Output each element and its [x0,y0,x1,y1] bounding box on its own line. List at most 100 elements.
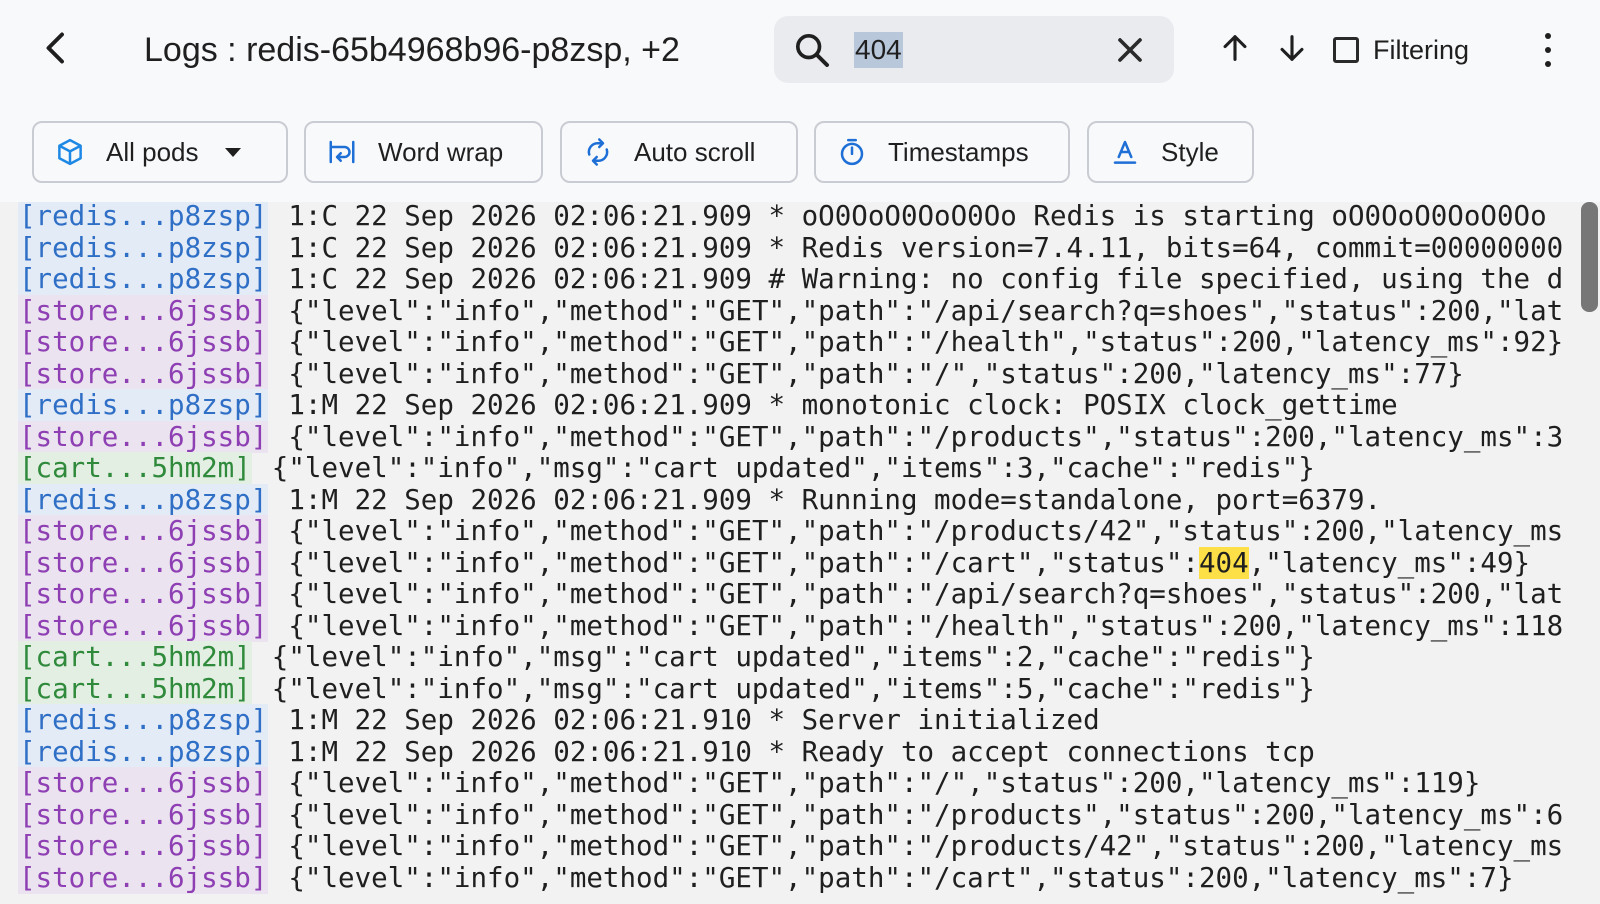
log-line: [cart...5hm2m] {"level":"info","msg":"car… [18,452,1315,484]
log-message: {"level":"info","method":"GET","path":"/… [288,798,1564,831]
log-line: [redis...p8zsp] 1:C 22 Sep 2026 02:06:21.… [18,263,1563,295]
log-message: 1:C 22 Sep 2026 02:06:21.909 * Redis ver… [288,231,1564,264]
log-message: 1:M 22 Sep 2026 02:06:21.909 * monotonic… [288,389,1398,421]
pod-tag[interactable]: [redis...p8zsp] [18,735,269,768]
style-button[interactable]: Style [1087,121,1254,183]
cube-icon [54,136,86,168]
log-line: [store...6jssb] {"level":"info","method":… [18,326,1563,358]
next-match-button[interactable] [1270,26,1314,70]
log-line: [redis...p8zsp] 1:M 22 Sep 2026 02:06:21.… [18,389,1398,421]
log-scrollbar[interactable] [1581,202,1598,312]
log-message: {"level":"info","method":"GET","path":"/… [288,515,1564,547]
log-line: [redis...p8zsp] 1:M 22 Sep 2026 02:06:21.… [18,735,1315,768]
log-line: [store...6jssb] {"level":"info","method":… [18,294,1564,327]
wrap-text-icon [326,136,358,168]
log-message: 1:M 22 Sep 2026 02:06:21.910 * Server in… [288,704,1100,736]
all-pods-label: All pods [106,136,199,167]
log-message: {"level":"info","msg":"cart updated","it… [271,672,1315,705]
pod-tag[interactable]: [redis...p8zsp] [18,389,269,421]
app-header: Logs : redis-65b4968b96-p8zsp, +2 404 Fi… [0,0,1600,100]
log-message: {"level":"info","method":"GET","path":"/… [288,294,1564,327]
pod-tag[interactable]: [store...6jssb] [18,326,269,358]
pod-tag[interactable]: [store...6jssb] [18,830,269,862]
close-icon[interactable] [1110,30,1150,70]
caret-down-icon [224,147,241,157]
log-message: 1:C 22 Sep 2026 02:06:21.909 # Warning: … [288,263,1564,295]
log-toolbar: All pods Word wrap Auto scroll Timestamp… [0,118,1600,188]
more-vert-icon [1545,33,1551,67]
previous-match-button[interactable] [1213,26,1257,70]
all-pods-dropdown[interactable]: All pods [32,121,288,183]
log-line: [redis...p8zsp] 1:M 22 Sep 2026 02:06:21.… [18,483,1381,516]
log-line: [store...6jssb] {"level":"info","method":… [18,357,1464,390]
log-line: [store...6jssb] {"level":"info","method":… [18,609,1564,642]
page-title: Logs : redis-65b4968b96-p8zsp, +2 [144,31,680,69]
pod-tag[interactable]: [store...6jssb] [18,767,269,799]
log-line: [store...6jssb] {"level":"info","method":… [18,798,1564,831]
search-match-highlight: 404 [1198,546,1249,579]
word-wrap-button[interactable]: Word wrap [304,121,543,183]
arrow-up-icon [1223,35,1247,61]
pod-tag[interactable]: [store...6jssb] [18,357,269,390]
log-message: {"level":"info","method":"GET","path":"/… [288,546,1531,579]
log-line: [store...6jssb] {"level":"info","method":… [18,767,1480,799]
sync-icon [582,136,614,168]
log-line: [store...6jssb] {"level":"info","method":… [18,578,1563,610]
filtering-label: Filtering [1373,34,1470,65]
auto-scroll-label: Auto scroll [634,136,756,167]
log-message: {"level":"info","msg":"cart updated","it… [271,641,1315,673]
pod-tag[interactable]: [cart...5hm2m] [18,672,252,705]
log-output[interactable]: [redis...p8zsp] 1:C 22 Sep 2026 02:06:21.… [0,202,1600,904]
timer-icon [836,136,868,168]
pod-tag[interactable]: [cart...5hm2m] [18,641,252,673]
log-message: {"level":"info","method":"GET","path":"/… [288,861,1514,894]
log-message: {"level":"info","method":"GET","path":"/… [288,830,1564,862]
timestamps-label: Timestamps [888,136,1029,167]
log-line: [redis...p8zsp] 1:M 22 Sep 2026 02:06:21.… [18,704,1100,736]
log-message: {"level":"info","method":"GET","path":"/… [288,609,1564,642]
pod-tag[interactable]: [store...6jssb] [18,515,269,547]
log-message: {"level":"info","method":"GET","path":"/… [288,767,1481,799]
word-wrap-label: Word wrap [378,136,504,167]
pod-tag[interactable]: [store...6jssb] [18,798,269,831]
arrow-back-icon [46,32,64,64]
pod-tag[interactable]: [cart...5hm2m] [18,452,252,484]
search-input[interactable] [854,28,1074,70]
log-line: [redis...p8zsp] 1:C 22 Sep 2026 02:06:21.… [18,231,1564,264]
pod-tag[interactable]: [store...6jssb] [18,294,269,327]
filtering-toggle[interactable]: Filtering [1333,30,1469,70]
search-box: 404 [774,16,1174,83]
log-message: {"level":"info","method":"GET","path":"/… [288,578,1564,610]
search-icon [796,34,829,67]
log-message: 1:C 22 Sep 2026 02:06:21.909 * oO0OoO0Oo… [288,202,1547,232]
pod-tag[interactable]: [store...6jssb] [18,546,269,579]
style-label: Style [1161,136,1219,167]
pod-tag[interactable]: [store...6jssb] [18,609,269,642]
log-message: 1:M 22 Sep 2026 02:06:21.910 * Ready to … [288,735,1315,768]
pod-tag[interactable]: [redis...p8zsp] [18,483,269,516]
log-line: [store...6jssb] {"level":"info","method":… [18,515,1563,547]
log-message: {"level":"info","method":"GET","path":"/… [288,357,1464,390]
pod-tag[interactable]: [redis...p8zsp] [18,202,269,232]
more-options-button[interactable] [1530,26,1566,74]
log-line: [store...6jssb] {"level":"info","method":… [18,830,1563,862]
log-message: {"level":"info","msg":"cart updated","it… [271,452,1315,484]
pod-tag[interactable]: [store...6jssb] [18,861,269,894]
log-line: [cart...5hm2m] {"level":"info","msg":"car… [18,672,1315,705]
log-line: [redis...p8zsp] 1:C 22 Sep 2026 02:06:21.… [18,202,1547,232]
log-line: [store...6jssb] {"level":"info","method":… [18,861,1514,894]
back-button[interactable] [30,22,82,74]
auto-scroll-button[interactable]: Auto scroll [560,121,798,183]
pod-tag[interactable]: [redis...p8zsp] [18,704,269,736]
filtering-checkbox[interactable] [1333,37,1359,63]
log-line: [cart...5hm2m] {"level":"info","msg":"car… [18,641,1315,673]
log-message: {"level":"info","method":"GET","path":"/… [288,326,1564,358]
pod-tag[interactable]: [store...6jssb] [18,420,269,453]
pod-tag[interactable]: [redis...p8zsp] [18,263,269,295]
pod-tag[interactable]: [redis...p8zsp] [18,231,269,264]
log-line: [store...6jssb] {"level":"info","method":… [18,420,1563,453]
arrow-down-icon [1280,35,1304,61]
timestamps-button[interactable]: Timestamps [814,121,1070,183]
text-format-icon [1109,136,1141,168]
pod-tag[interactable]: [store...6jssb] [18,578,269,610]
